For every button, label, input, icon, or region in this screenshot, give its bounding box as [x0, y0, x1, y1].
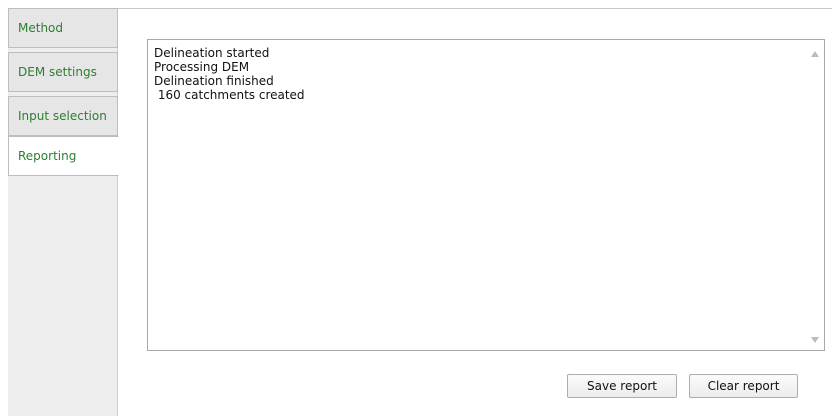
tab-input-selection[interactable]: Input selection: [8, 96, 118, 136]
tab-method[interactable]: Method: [8, 8, 118, 48]
report-line: Processing DEM: [154, 60, 250, 74]
panel-top-border: [118, 8, 832, 9]
reporting-dialog: Method DEM settings Input selection Repo…: [0, 0, 832, 416]
save-report-button[interactable]: Save report: [567, 374, 677, 398]
report-line: Delineation finished: [154, 74, 274, 88]
report-lines: Delineation started Processing DEM Delin…: [154, 46, 800, 102]
tab-rail: Method DEM settings Input selection Repo…: [8, 8, 119, 416]
report-textarea[interactable]: Delineation started Processing DEM Delin…: [147, 39, 825, 351]
tab-reporting[interactable]: Reporting: [8, 136, 119, 176]
report-line: Delineation started: [154, 46, 270, 60]
clear-report-button[interactable]: Clear report: [689, 374, 798, 398]
scroll-down-arrow-icon[interactable]: [811, 337, 819, 343]
tab-dem-settings[interactable]: DEM settings: [8, 52, 118, 92]
vertical-scrollbar[interactable]: [807, 40, 824, 350]
scroll-up-arrow-icon[interactable]: [811, 51, 819, 57]
report-line: 160 catchments created: [154, 88, 305, 102]
